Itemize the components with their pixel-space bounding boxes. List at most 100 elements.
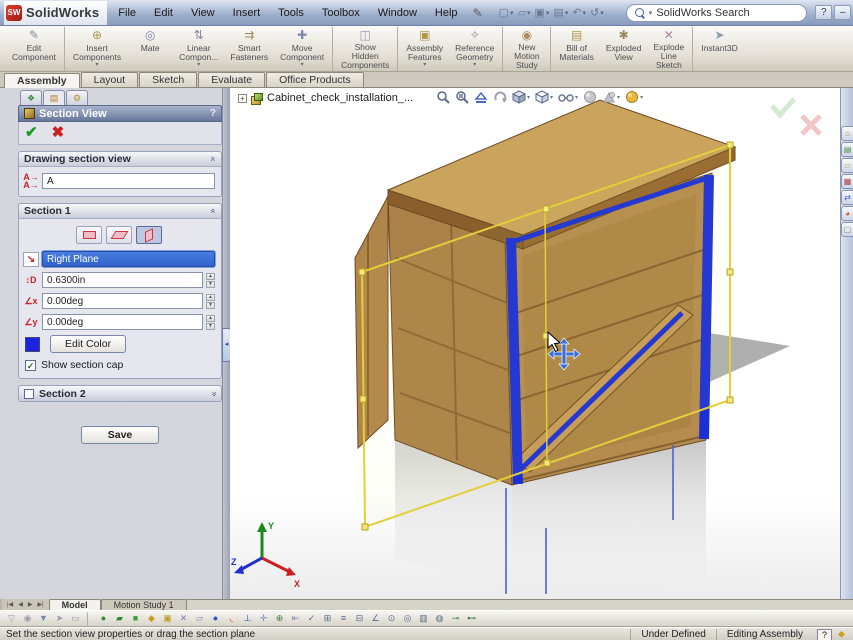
filter-button[interactable]: ≡ — [336, 612, 351, 626]
front-plane-button[interactable] — [76, 226, 102, 244]
filter-button[interactable]: ▱ — [192, 612, 207, 626]
chevron-down-icon[interactable]: ▾ — [527, 94, 530, 101]
menu-item[interactable]: Tools — [269, 4, 313, 22]
chevron-down-icon[interactable]: ▾ — [575, 94, 578, 101]
quick-tool-button[interactable]: ▱▾ — [516, 5, 533, 20]
group-header[interactable]: Section 2 « — [19, 386, 221, 401]
command-button[interactable]: ◫ Show Hidden Components ▾ — [335, 27, 398, 71]
chevron-down-icon[interactable]: ▾ — [649, 9, 653, 17]
filter-button[interactable]: ◉ — [20, 612, 35, 626]
menu-item[interactable]: Edit — [145, 4, 182, 22]
plane-pick-icon[interactable]: ↘ — [23, 252, 39, 267]
offset-distance-field[interactable]: 0.6300in — [42, 272, 203, 288]
section-label-field[interactable]: A — [42, 173, 215, 189]
y-rotation-spinner[interactable]: ▲▼ — [206, 315, 215, 330]
command-button[interactable]: ✎ Edit Component ▾ — [6, 27, 65, 71]
right-plane-button[interactable] — [136, 226, 162, 244]
chevron-down-icon[interactable]: ▾ — [301, 62, 304, 68]
filter-button[interactable]: ◟ — [224, 612, 239, 626]
tab-office-products[interactable]: Office Products — [266, 72, 364, 87]
command-button[interactable]: ✕ Explode Line Sketch ▾ — [647, 27, 693, 71]
filter-button[interactable]: ⊥ — [240, 612, 255, 626]
display-style-button[interactable]: ▾ — [534, 90, 554, 104]
motion-study-tab[interactable]: Motion Study 1 — [101, 599, 187, 610]
model-tab[interactable]: Model — [49, 599, 101, 610]
confirm-ok-icon[interactable] — [772, 99, 794, 115]
tab-scroll-button[interactable]: ◀ — [16, 601, 25, 608]
feature-manager-tab[interactable]: ❖ — [20, 90, 42, 105]
command-button[interactable]: ✧ Reference Geometry ▾ — [449, 27, 503, 71]
chevron-down-icon[interactable]: ▾ — [617, 94, 620, 101]
section-view-button[interactable] — [473, 90, 489, 104]
cancel-button[interactable]: ✖ — [52, 126, 65, 140]
filter-button[interactable]: ◎ — [400, 612, 415, 626]
confirm-cancel-icon[interactable] — [802, 116, 820, 134]
zoom-to-fit-button[interactable] — [435, 90, 451, 104]
filter-button[interactable]: ▣ — [160, 612, 175, 626]
view-orientation-button[interactable]: ▾ — [511, 90, 531, 104]
configuration-manager-tab[interactable]: ⚙ — [66, 90, 88, 105]
task-pane-tab[interactable]: ⇄ — [841, 190, 853, 205]
save-button[interactable]: Save — [81, 426, 160, 444]
filter-button[interactable]: ● — [208, 612, 223, 626]
menu-item[interactable]: Help — [426, 4, 467, 22]
group-header[interactable]: Section 1 « — [19, 204, 221, 219]
chevron-down-icon[interactable]: ▾ — [423, 62, 426, 68]
feature-tree-flyout[interactable]: + Cabinet_check_installation_... — [238, 92, 413, 104]
tab-scroll-button[interactable]: |◀ — [5, 601, 15, 608]
quick-tips-button[interactable]: ? — [817, 629, 832, 640]
filter-button[interactable]: ■ — [128, 612, 143, 626]
task-pane-tab[interactable]: ⌂ — [841, 126, 853, 141]
menu-item[interactable]: Window — [369, 4, 426, 22]
menu-item[interactable]: Toolbox — [313, 4, 369, 22]
tab-layout[interactable]: Layout — [81, 72, 139, 87]
chevron-down-icon[interactable]: ▾ — [473, 62, 476, 68]
command-button[interactable]: ◎ Mate ▾ — [127, 27, 173, 71]
help-button[interactable]: ? — [815, 5, 832, 20]
filter-button[interactable]: ⊟ — [352, 612, 367, 626]
command-button[interactable]: ▤ Bill of Materials ▾ — [553, 27, 599, 71]
quick-tool-button[interactable]: ▣▾ — [532, 5, 551, 20]
filter-button[interactable]: ✕ — [176, 612, 191, 626]
task-pane-tab[interactable]: ◕ — [841, 206, 853, 221]
apply-scene-button[interactable]: ▾ — [601, 90, 621, 104]
filter-button[interactable]: ⊷ — [464, 612, 479, 626]
task-pane-tab[interactable]: ▤ — [841, 142, 853, 157]
x-rotation-field[interactable]: 0.00deg — [42, 293, 203, 309]
filter-button[interactable]: ⊞ — [320, 612, 335, 626]
note-icon[interactable]: ⬥ — [836, 629, 853, 640]
hide-show-items-button[interactable]: ▾ — [557, 90, 579, 104]
filter-button[interactable]: ⊕ — [272, 612, 287, 626]
filter-button[interactable]: ⊸ — [448, 612, 463, 626]
search-input[interactable] — [656, 7, 798, 19]
x-rotation-spinner[interactable]: ▲▼ — [206, 294, 215, 309]
task-pane-tab[interactable]: ▱ — [841, 158, 853, 173]
top-plane-button[interactable] — [106, 226, 132, 244]
filter-button[interactable]: ▰ — [112, 612, 127, 626]
collapse-chevron-icon[interactable]: « — [208, 156, 218, 161]
command-button[interactable]: ◉ New Motion Study ▾ — [505, 27, 551, 71]
graphics-viewport[interactable]: Y X Z + Cabinet_check_insta — [230, 88, 840, 599]
filter-button[interactable]: ◍ — [432, 612, 447, 626]
confirmation-corner[interactable] — [772, 99, 820, 134]
filter-button[interactable]: ▽ — [4, 612, 19, 626]
command-button[interactable]: ⇉ Smart Fasteners ▾ — [224, 27, 274, 71]
command-button[interactable]: ✱ Exploded View ▾ — [600, 27, 647, 71]
tab-sketch[interactable]: Sketch — [139, 72, 197, 87]
edit-appearance-button[interactable] — [582, 90, 598, 104]
command-button[interactable]: ➤ Instant3D ▾ — [695, 27, 743, 71]
command-button[interactable]: ▣ Assembly Features ▾ — [400, 27, 449, 71]
property-manager-tab[interactable]: ▤ — [43, 90, 65, 105]
filter-button[interactable]: ◆ — [144, 612, 159, 626]
filter-button[interactable]: ● — [96, 612, 111, 626]
command-button[interactable]: ⇅ Linear Compon... ▾ — [173, 27, 224, 71]
command-button[interactable]: ✚ Move Component ▾ — [274, 27, 333, 71]
task-pane-tab[interactable]: ▢ — [841, 222, 853, 237]
offset-spinner[interactable]: ▲▼ — [206, 273, 215, 288]
filter-button[interactable]: ➤ — [52, 612, 67, 626]
menu-item[interactable]: File — [109, 4, 145, 22]
minimize-button[interactable]: – — [834, 5, 851, 20]
filter-button[interactable]: ✓ — [304, 612, 319, 626]
quick-tool-button[interactable]: ▤▾ — [551, 5, 570, 20]
tab-scroll-button[interactable]: ▶ — [26, 601, 35, 608]
